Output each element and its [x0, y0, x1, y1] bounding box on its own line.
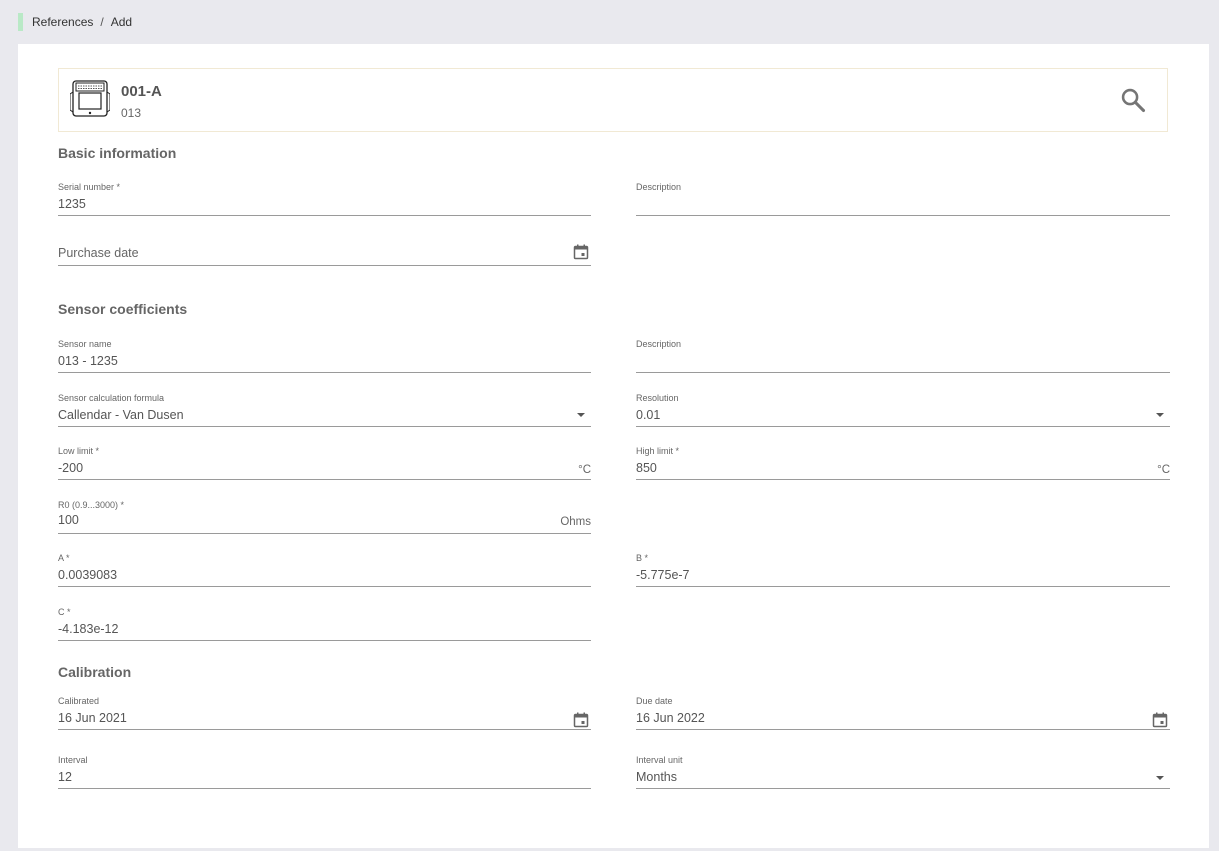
calendar-icon[interactable] — [573, 244, 589, 260]
high-limit-field[interactable]: High limit * 850 °C — [636, 446, 1170, 480]
calibrated-date-field[interactable]: Calibrated 16 Jun 2021 — [58, 696, 591, 730]
serial-number-value: 1235 — [58, 197, 86, 211]
purchase-date-placeholder: Purchase date — [58, 246, 139, 260]
interval-field[interactable]: Interval 12 — [58, 755, 591, 789]
device-code: 001-A — [121, 83, 162, 100]
coefficient-b-value: -5.775e-7 — [636, 568, 690, 582]
sensor-name-value: 013 - 1235 — [58, 354, 118, 368]
low-limit-field[interactable]: Low limit * -200 °C — [58, 446, 591, 480]
high-limit-value: 850 — [636, 461, 657, 475]
serial-number-field[interactable]: Serial number * 1235 — [58, 182, 591, 216]
interval-value: 12 — [58, 770, 72, 784]
section-title-sensor: Sensor coefficients — [58, 301, 188, 317]
sensor-name-field[interactable]: Sensor name 013 - 1235 — [58, 339, 591, 373]
search-icon[interactable] — [1119, 86, 1147, 114]
purchase-date-field[interactable]: Purchase date — [58, 232, 591, 266]
interval-unit-value: Months — [636, 770, 677, 784]
breadcrumb-separator: / — [100, 15, 104, 29]
top-bar: References / Add — [0, 0, 1219, 44]
interval-label: Interval — [58, 755, 88, 765]
interval-unit-label: Interval unit — [636, 755, 683, 765]
resolution-select[interactable]: Resolution 0.01 — [636, 393, 1170, 427]
formula-label: Sensor calculation formula — [58, 393, 165, 403]
low-limit-unit: °C — [578, 464, 591, 476]
chevron-down-icon[interactable] — [1156, 413, 1164, 417]
breadcrumb-references-link[interactable]: References — [32, 15, 93, 29]
low-limit-value: -200 — [58, 461, 84, 475]
breadcrumb-current: Add — [110, 15, 133, 29]
coefficient-a-label: A * — [58, 553, 70, 563]
chevron-down-icon[interactable] — [1156, 776, 1164, 780]
breadcrumb-accent — [18, 13, 23, 31]
chevron-down-icon[interactable] — [577, 413, 585, 417]
form-card: 001-A 013 Basic information Serial numbe… — [18, 44, 1209, 848]
coefficient-b-field[interactable]: B * -5.775e-7 — [636, 553, 1170, 587]
calibrated-label: Calibrated — [58, 696, 100, 706]
low-limit-label: Low limit * — [58, 446, 100, 456]
device-subtitle: 013 — [121, 106, 142, 120]
r0-label: R0 (0.9...3000) * — [58, 500, 125, 510]
coefficient-b-label: B * — [636, 553, 649, 563]
high-limit-label: High limit * — [636, 446, 680, 456]
r0-value: 100 — [58, 513, 79, 527]
due-date-value: 16 Jun 2022 — [636, 711, 705, 725]
calendar-icon[interactable] — [1152, 712, 1168, 728]
sensor-description-label: Description — [636, 339, 682, 349]
resolution-label: Resolution — [636, 393, 679, 403]
description-label: Description — [636, 182, 682, 192]
formula-value: Callendar - Van Dusen — [58, 408, 184, 422]
serial-number-label: Serial number * — [58, 182, 121, 192]
calendar-icon[interactable] — [573, 712, 589, 728]
coefficient-c-label: C * — [58, 607, 71, 617]
coefficient-c-value: -4.183e-12 — [58, 622, 119, 636]
device-selector[interactable]: 001-A 013 — [58, 68, 1168, 132]
high-limit-unit: °C — [1157, 464, 1170, 476]
due-date-label: Due date — [636, 696, 673, 706]
due-date-field[interactable]: Due date 16 Jun 2022 — [636, 696, 1170, 730]
calibrated-value: 16 Jun 2021 — [58, 711, 127, 725]
section-title-calibration: Calibration — [58, 664, 132, 680]
sensor-name-label: Sensor name — [58, 339, 112, 349]
description-field[interactable]: Description — [636, 182, 1170, 216]
coefficient-c-field[interactable]: C * -4.183e-12 — [58, 607, 591, 641]
thermometer-device-icon — [70, 80, 110, 117]
section-title-basic: Basic information — [58, 145, 177, 161]
breadcrumb: References / Add — [32, 15, 132, 29]
resolution-value: 0.01 — [636, 408, 661, 422]
r0-unit: Ohms — [560, 516, 591, 528]
interval-unit-select[interactable]: Interval unit Months — [636, 755, 1170, 789]
coefficient-a-value: 0.0039083 — [58, 568, 118, 582]
sensor-description-field[interactable]: Description — [636, 339, 1170, 373]
coefficient-a-field[interactable]: A * 0.0039083 — [58, 553, 591, 587]
formula-select[interactable]: Sensor calculation formula Callendar - V… — [58, 393, 591, 427]
r0-field[interactable]: R0 (0.9...3000) * 100 Ohms — [58, 500, 591, 534]
